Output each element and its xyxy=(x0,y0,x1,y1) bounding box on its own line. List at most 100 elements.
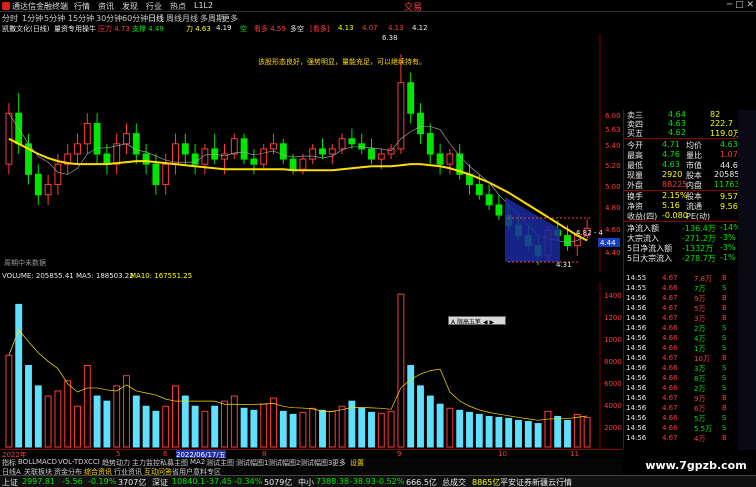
y-tick: 5.63 xyxy=(605,126,621,134)
tick-cell: 4.67 xyxy=(662,404,678,412)
y-tick: 5.20 xyxy=(605,162,621,170)
tick-cell: 14:56 xyxy=(626,364,647,372)
period-5min[interactable]: 5分钟 xyxy=(44,13,65,24)
candle-body xyxy=(564,234,571,247)
indicator-tabs: 指标 BOLL MACD VOL-TDX CCI 趋势动力 主力监控 私募主图 … xyxy=(0,458,622,467)
vol-tick: 12000 xyxy=(604,314,622,322)
volume-bar xyxy=(554,415,562,448)
period-more[interactable]: 更多 xyxy=(222,13,238,24)
sub-tabs: 日线A 关联板块 资金分布 综合资讯 行业资讯 互动问答 省用户意料专区 xyxy=(0,467,622,476)
tab-vol-tdx[interactable]: VOL-TDX xyxy=(58,458,88,466)
ma10-value: MA10: 167551.25 xyxy=(130,272,193,280)
menu-item-discover[interactable]: 发现 xyxy=(122,1,138,12)
tab-cci[interactable]: CCI xyxy=(88,458,100,466)
volume-bar xyxy=(417,385,424,448)
volume-bar xyxy=(407,365,415,448)
volume-bar xyxy=(260,403,268,448)
volume-bar xyxy=(15,303,23,448)
candle-body xyxy=(230,138,238,155)
volume-bar xyxy=(44,395,52,448)
tick-cell: B xyxy=(722,274,727,282)
price-b: 4.07 xyxy=(362,24,378,32)
tick-cell: S xyxy=(722,284,727,292)
candle-body xyxy=(358,143,366,150)
window-controls[interactable]: ─ □ ✕ xyxy=(727,0,754,10)
volume-bar xyxy=(54,390,62,448)
tab-macd[interactable]: MACD xyxy=(36,458,57,466)
watermark: www.7gpzb.com xyxy=(636,456,756,475)
volume-bar xyxy=(83,365,91,448)
date-label: 11 xyxy=(570,450,579,458)
tick-cell: 4.66 xyxy=(662,384,678,392)
candle-body xyxy=(83,122,91,145)
candle-body xyxy=(132,133,140,155)
tick-cell: B xyxy=(722,304,727,312)
candlestick-chart[interactable]: 该股形态良好，强势明显，量能充足，可以继续持有。 6.38 4.31 4.82 … xyxy=(0,34,622,272)
y-tick: 5.00 xyxy=(605,183,621,191)
floating-tooltip[interactable]: A 限高五笔 ◀ ▶ xyxy=(448,316,506,326)
menu-item-hot[interactable]: 热点 xyxy=(170,1,186,12)
volume-bar xyxy=(564,420,571,448)
volume-bar xyxy=(172,385,179,448)
candle-body xyxy=(328,148,336,155)
tick-cell: S xyxy=(722,384,727,392)
tick-cell: 4.67 xyxy=(662,434,678,442)
volume-bar xyxy=(142,405,150,448)
tick-cell: B xyxy=(722,314,727,322)
candle-body xyxy=(44,184,52,196)
tick-cell: S xyxy=(722,414,727,422)
candle-body xyxy=(260,148,268,165)
period-30min[interactable]: 30分钟 xyxy=(96,13,122,24)
volume-bar xyxy=(25,365,32,448)
vol-tick: 8000 xyxy=(604,358,622,366)
candle-body xyxy=(319,148,326,155)
period-multi[interactable]: 多周期 xyxy=(200,13,224,24)
period-15min[interactable]: 15分钟 xyxy=(68,13,94,24)
menu-item-news[interactable]: 资讯 xyxy=(98,1,114,12)
date-label: 9 xyxy=(397,450,402,458)
volume-bar xyxy=(515,420,522,448)
volume-bar xyxy=(191,405,199,448)
vol-y-axis: 14000 12000 10000 8000 6000 4000 2000 xyxy=(604,292,622,432)
tick-cell: 14:56 xyxy=(626,404,647,412)
tick-cell: 4.66 xyxy=(662,324,678,332)
menu-item-quotes[interactable]: 行情 xyxy=(74,1,90,12)
tick-cell: B xyxy=(722,394,727,402)
quote-price: 4.64 xyxy=(668,110,686,119)
tab-ma2[interactable]: MA2 xyxy=(190,458,205,466)
volume-bar xyxy=(93,395,101,448)
tick-row: 14:56 4.67 10万 B xyxy=(624,353,756,363)
volume-bar xyxy=(162,405,170,448)
value-2: 4.19 xyxy=(216,24,232,32)
tick-cell: 14:56 xyxy=(626,434,647,442)
period-daily[interactable]: 日线 xyxy=(148,13,164,24)
period-weekly[interactable]: 周线 xyxy=(166,13,182,24)
tick-cell: 4.67 xyxy=(662,394,678,402)
candle-body xyxy=(475,184,483,196)
period-60min[interactable]: 60分钟 xyxy=(122,13,148,24)
vol-tick: 10000 xyxy=(604,336,622,344)
vol-tick: 2000 xyxy=(604,424,622,432)
period-1min[interactable]: 1分钟 xyxy=(22,13,43,24)
candle-body xyxy=(162,163,170,186)
volume-bar xyxy=(377,412,385,448)
period-monthly[interactable]: 月线 xyxy=(182,13,198,24)
volume-bar xyxy=(289,413,297,448)
period-intraday[interactable]: 分时 xyxy=(2,13,18,24)
candle-body xyxy=(123,133,130,145)
volume-bar xyxy=(436,403,444,448)
tab-boll[interactable]: BOLL xyxy=(18,458,36,466)
trade-button[interactable]: 交易 xyxy=(404,0,422,13)
tick-cell: 14:56 xyxy=(626,374,647,382)
volume-bar xyxy=(319,409,326,448)
template-name[interactable]: 量资专用操牛 xyxy=(54,24,96,34)
y-tick: 4.40 xyxy=(605,249,621,257)
mid-label: 4.82 - 4 xyxy=(576,229,604,237)
menu-item-industry[interactable]: 行业 xyxy=(146,1,162,12)
volume-bar xyxy=(270,397,277,448)
menu-item-l1l2[interactable]: L1L2 xyxy=(194,1,213,10)
volume-chart[interactable]: 14000 12000 10000 8000 6000 4000 2000 xyxy=(0,282,622,449)
tick-cell: 14:55 xyxy=(626,284,647,292)
duo-label: 多空 xyxy=(290,25,304,33)
tick-cell: 14:56 xyxy=(626,424,647,432)
